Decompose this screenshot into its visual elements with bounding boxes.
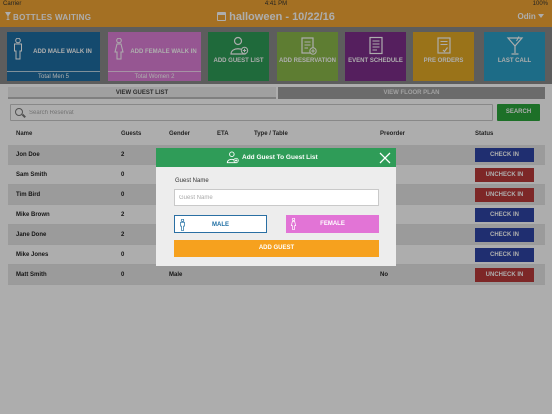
modal-header: Add Guest To Guest List (156, 148, 396, 167)
modal-title: Add Guest To Guest List (242, 154, 318, 161)
add-user-icon (226, 151, 239, 164)
male-button[interactable]: MALE (174, 215, 267, 233)
male-label: MALE (212, 222, 229, 228)
female-button[interactable]: FEMALE (286, 215, 379, 233)
guest-name-label: Guest Name (175, 178, 209, 184)
add-guest-modal: Add Guest To Guest List Guest Name MALE … (156, 148, 396, 266)
female-icon (290, 217, 297, 230)
female-label: FEMALE (320, 221, 345, 227)
close-icon[interactable] (379, 151, 391, 164)
guest-name-input[interactable] (174, 189, 379, 206)
add-guest-button[interactable]: ADD GUEST (174, 240, 379, 257)
male-icon (179, 218, 186, 231)
